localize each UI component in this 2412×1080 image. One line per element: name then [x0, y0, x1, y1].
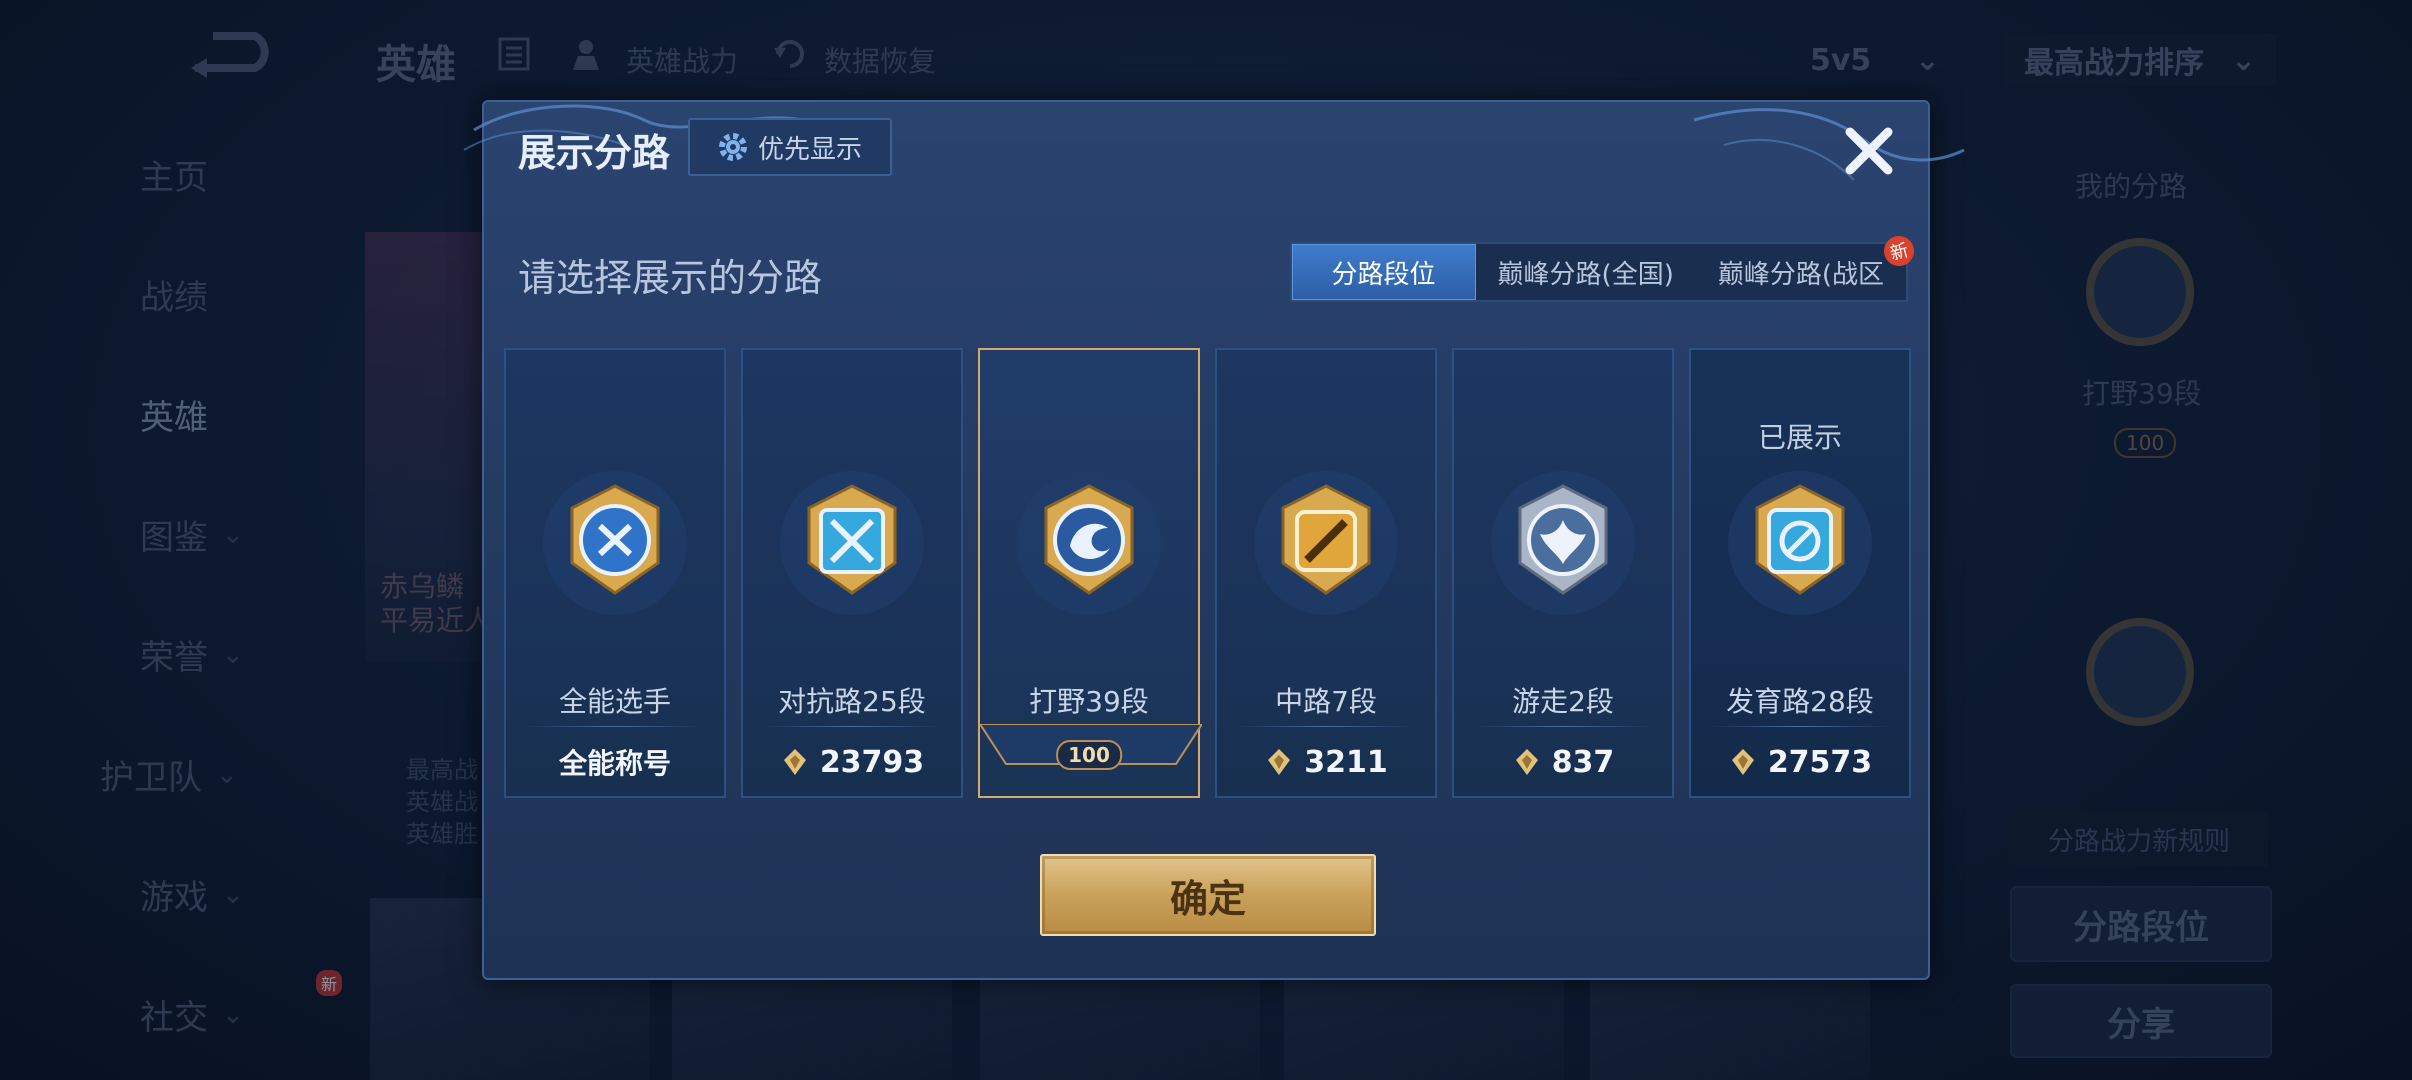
lane-power: 27573 — [1691, 736, 1909, 788]
lane-power: 837 — [1454, 736, 1672, 788]
roam-badge-icon — [1491, 471, 1635, 615]
adc-badge-icon — [1728, 471, 1872, 615]
lane-card-top[interactable]: 对抗路25段 23793 — [741, 348, 963, 798]
dialog-subtitle: 请选择展示的分路 — [518, 256, 823, 300]
divider — [526, 726, 704, 727]
priority-display-button[interactable]: 优先显示 — [688, 118, 892, 176]
mid-lane-badge-icon — [1254, 471, 1398, 615]
lane-power: 23793 — [743, 736, 961, 788]
top-lane-badge-icon — [780, 471, 924, 615]
divider — [1237, 726, 1415, 727]
dialog-title: 展示分路 — [518, 131, 671, 175]
tab-peak-region[interactable]: 巅峰分路(战区 新 — [1696, 232, 1918, 300]
confirm-button[interactable]: 确定 — [1040, 854, 1376, 936]
divider — [1474, 726, 1652, 727]
lane-value: 全能称号 — [558, 747, 671, 780]
lane-name: 游走2段 — [1512, 685, 1614, 718]
priority-display-label: 优先显示 — [757, 134, 862, 165]
lane-name: 中路7段 — [1275, 685, 1377, 718]
jungle-badge-icon — [1017, 471, 1161, 615]
divider — [1711, 726, 1889, 727]
close-button[interactable] — [1836, 118, 1902, 184]
lane-power: 3211 — [1217, 736, 1435, 788]
tab-peak-national[interactable]: 巅峰分路(全国) — [1476, 244, 1696, 300]
cloud-decoration — [463, 104, 1965, 181]
lane-name: 发育路28段 — [1726, 685, 1874, 718]
lane-card-mid[interactable]: 中路7段 3211 — [1215, 348, 1437, 798]
lane-name: 打野39段 — [1029, 685, 1149, 718]
power-icon — [783, 749, 806, 775]
power-icon — [1731, 749, 1754, 775]
lane-tabs: 分路段位 巅峰分路(全国) 巅峰分路(战区 新 — [1289, 232, 1918, 302]
new-badge: 新 — [1880, 232, 1918, 270]
shown-label: 已展示 — [1757, 421, 1842, 454]
lane-name: 对抗路25段 — [778, 685, 926, 718]
display-lane-dialog: 展示分路 优先显示 请选择展示的分路 分路段位 巅峰分路(全国) 巅峰分路(战区… — [463, 100, 1965, 980]
lane-name: 全能选手 — [558, 685, 671, 718]
gear-icon — [718, 133, 747, 161]
allround-badge-icon — [543, 471, 687, 615]
tab-lane-rank[interactable]: 分路段位 — [1291, 244, 1476, 300]
tab-peak-region-label: 巅峰分路(战区 — [1717, 259, 1884, 290]
close-icon — [1845, 127, 1893, 175]
lane-card-roam[interactable]: 游走2段 837 — [1452, 348, 1674, 798]
lane-card-adc[interactable]: 已展示 发育路28段 27573 — [1689, 348, 1911, 798]
lane-card-allround[interactable]: 全能选手 全能称号 — [504, 348, 726, 798]
power-icon — [1268, 749, 1291, 775]
lane-card-jungle[interactable]: 打野39段 100 — [978, 348, 1202, 798]
star-count: 100 — [1056, 740, 1122, 770]
divider — [763, 726, 941, 727]
power-icon — [1515, 749, 1538, 775]
